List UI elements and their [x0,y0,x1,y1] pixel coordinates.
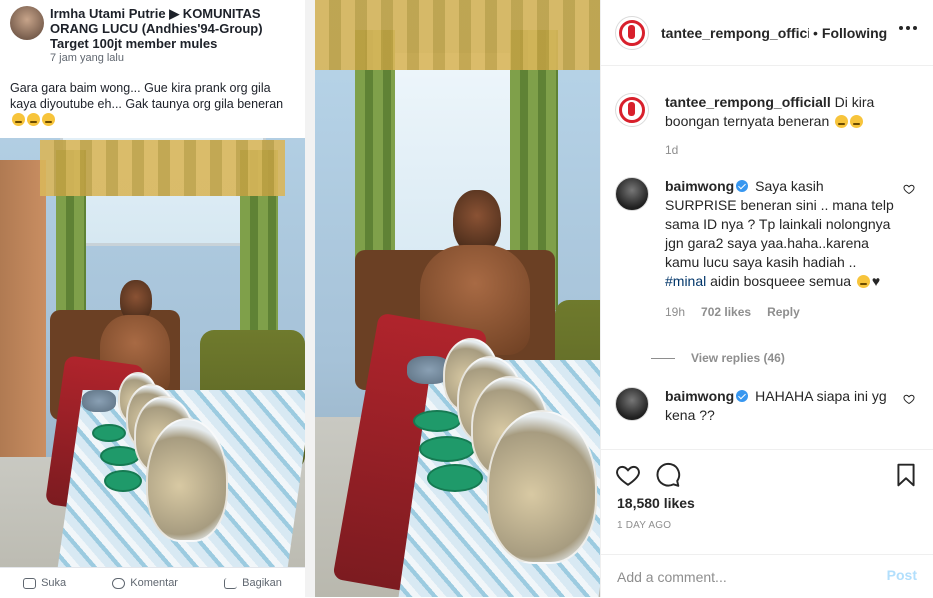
fb-like-label: Suka [41,577,67,589]
black-heart-icon: ♥ [871,273,881,289]
avatar [10,6,44,40]
room-door [0,160,46,460]
comment-username[interactable]: tantee_rempong_officiall [665,94,831,110]
fb-post-text-content: Gara gara baim wong... Gue kira prank or… [10,81,284,111]
jar-lid [419,436,475,462]
comment-body: tantee_rempong_officiall Di kira boongan… [665,93,899,160]
view-replies-button[interactable]: View replies (46) [651,351,785,365]
comment-input[interactable] [615,565,869,589]
fb-action-bar: Suka Komentar Bagikan [0,567,305,597]
curtain-valance [40,140,285,196]
jar [487,410,597,564]
comment: baimwong Saya kasih SURPRISE beneran sin… [615,177,915,377]
avatar[interactable] [615,177,649,211]
add-comment-bar: Post [601,554,933,598]
separator-dot: • [813,24,818,41]
collage-divider [305,0,315,597]
like-heart-icon[interactable] [615,462,641,488]
fb-like: Suka [23,577,66,589]
comment-time[interactable]: 1d [665,141,678,160]
laughing-emoji-icon [856,275,870,288]
comment-body: baimwong HAHAHA siapa ini yg kena ?? [665,387,899,425]
fb-comment: Komentar [112,577,178,589]
jar-lid [104,470,142,492]
comment-text-end: aidin bosqueee semua [706,273,852,289]
post-actions: 18,580 likes 1 DAY AGO Post [601,449,933,597]
comment-username[interactable]: baimwong [665,388,734,404]
comment-icon[interactable] [655,462,681,488]
unamused-emoji-icon [27,113,40,126]
unamused-emoji-icon [12,113,25,126]
fb-time: 7 jam yang lalu [50,52,124,64]
curtain-valance [315,0,600,70]
fb-share: Bagikan [224,577,282,589]
comments-list: tantee_rempong_officiall Di kira boongan… [601,67,933,449]
comment-username[interactable]: baimwong [665,178,734,194]
fb-comment-label: Komentar [130,577,178,589]
fb-share-label: Bagikan [242,577,282,589]
smile-emoji-icon [850,115,864,128]
avatar[interactable] [615,93,649,127]
post-image[interactable]: Irmha Utami Putrie ▶ KOMUNITAS ORANG LUC… [0,0,600,597]
jar-lid [413,410,461,432]
share-arrow-icon [224,577,238,589]
plastic-bag [82,390,116,412]
jar [146,418,228,542]
fb-post-text: Gara gara baim wong... Gue kira prank or… [10,80,300,128]
like-comment-heart-icon[interactable] [903,393,915,405]
following-button[interactable]: Following [822,25,887,41]
fb-author-line: Irmha Utami Putrie ▶ KOMUNITAS ORANG LUC… [50,6,263,51]
verified-badge-icon [736,180,749,192]
jar-lid [427,464,483,492]
comment-meta: 1d [665,141,899,160]
avatar[interactable] [615,387,649,421]
reply-button[interactable]: Reply [767,303,800,322]
post-sidebar: tantee_rempong_officiall • Following tan… [600,0,933,597]
comment-body: baimwong Saya kasih SURPRISE beneran sin… [665,177,899,322]
thumbs-up-icon [23,577,37,589]
like-comment-heart-icon[interactable] [903,183,915,195]
likes-count[interactable]: 18,580 likes [617,495,695,511]
post-header: tantee_rempong_officiall • Following [601,0,933,66]
owner-username[interactable]: tantee_rempong_officiall [661,25,809,41]
avatar[interactable] [615,15,649,50]
post-comment-button[interactable]: Post [887,567,917,583]
speech-bubble-icon [112,577,126,589]
comment: baimwong HAHAHA siapa ini yg kena ?? [615,387,915,449]
caption: tantee_rempong_officiall Di kira boongan… [615,93,915,163]
post-age[interactable]: 1 DAY AGO [617,520,671,531]
instagram-post: Irmha Utami Putrie ▶ KOMUNITAS ORANG LUC… [0,0,933,597]
hashtag-link[interactable]: #minal [665,273,706,289]
more-options-icon[interactable] [899,26,917,30]
fb-screenshot-panel: Irmha Utami Putrie ▶ KOMUNITAS ORANG LUC… [0,0,305,597]
bookmark-icon[interactable] [893,462,919,488]
comment-meta: 19h 702 likes Reply [665,303,899,322]
comment-time[interactable]: 19h [665,303,685,322]
verified-badge-icon [736,390,749,402]
unamused-emoji-icon [42,113,55,126]
smile-emoji-icon [835,115,849,128]
fb-post-header: Irmha Utami Putrie ▶ KOMUNITAS ORANG LUC… [0,0,305,138]
zoomed-photo-panel [315,0,600,597]
comment-likes[interactable]: 702 likes [701,303,751,322]
jar-lid [92,424,126,442]
